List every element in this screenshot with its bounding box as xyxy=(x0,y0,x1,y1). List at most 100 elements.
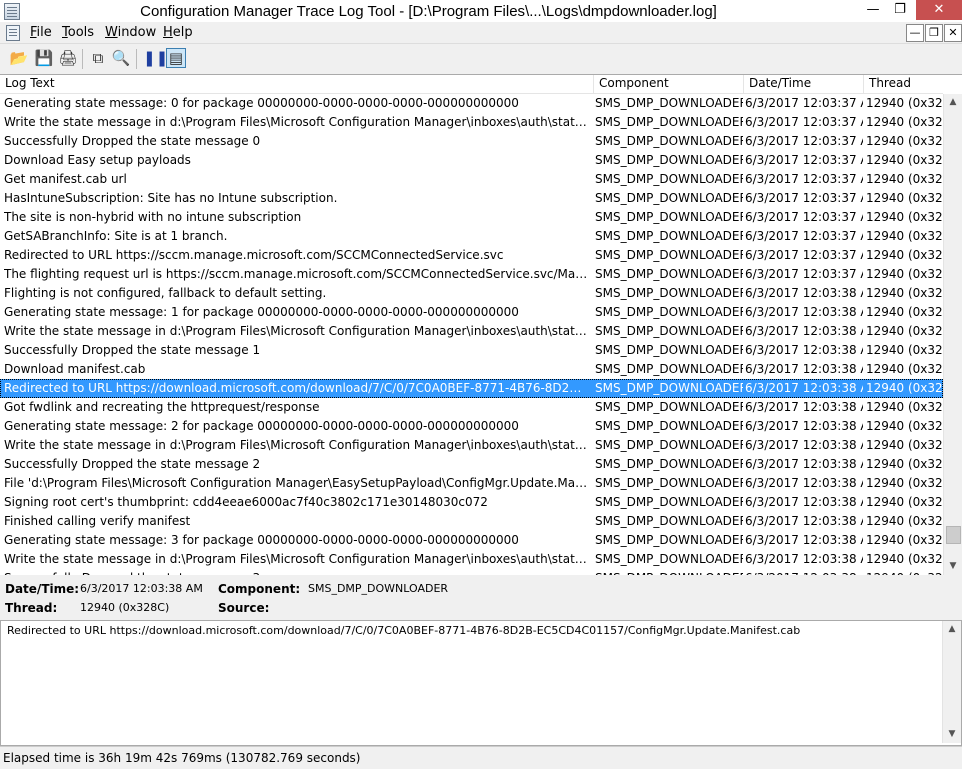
table-row[interactable]: Write the state message in d:\Program Fi… xyxy=(0,113,943,132)
component-cell: SMS_DMP_DOWNLOADER xyxy=(595,153,743,167)
datetime-cell: 6/3/2017 12:03:37 AM xyxy=(745,210,863,224)
menu-file[interactable]: File xyxy=(30,25,52,40)
component-cell: SMS_DMP_DOWNLOADER xyxy=(595,419,743,433)
scroll-down-arrow-icon[interactable]: ▼ xyxy=(943,726,961,743)
detail-pane-toggle-icon[interactable]: ▤ xyxy=(166,48,186,68)
close-icon: ✕ xyxy=(933,2,945,17)
table-row[interactable]: Generating state message: 0 for package … xyxy=(0,94,943,113)
log-grid[interactable]: Log Text Component Date/Time Thread Gene… xyxy=(0,74,962,575)
table-row[interactable]: The site is non-hybrid with no intune su… xyxy=(0,208,943,227)
open-folder-icon[interactable]: 📂 xyxy=(9,48,29,68)
find-binoculars-icon[interactable]: 🔍 xyxy=(111,48,131,68)
scroll-thumb[interactable] xyxy=(946,526,961,544)
table-row[interactable]: Successfully Dropped the state message 3… xyxy=(0,569,943,575)
table-row[interactable]: Successfully Dropped the state message 0… xyxy=(0,132,943,151)
table-row[interactable]: Redirected to URL https://download.micro… xyxy=(0,379,943,398)
component-cell: SMS_DMP_DOWNLOADER xyxy=(595,400,743,414)
thread-cell: 12940 (0x328C xyxy=(866,191,942,205)
table-row[interactable]: Got fwdlink and recreating the httpreque… xyxy=(0,398,943,417)
table-row[interactable]: Generating state message: 3 for package … xyxy=(0,531,943,550)
datetime-cell: 6/3/2017 12:03:38 AM xyxy=(745,362,863,376)
scroll-down-arrow-icon[interactable]: ▼ xyxy=(944,558,962,575)
column-header-component[interactable]: Component xyxy=(594,75,744,93)
restore-button[interactable]: ❐ xyxy=(885,0,915,20)
table-row[interactable]: Generating state message: 1 for package … xyxy=(0,303,943,322)
thread-cell: 12940 (0x328C xyxy=(866,343,942,357)
copy-icon[interactable]: ⧉ xyxy=(88,48,108,68)
log-text-cell: Generating state message: 3 for package … xyxy=(4,533,519,547)
table-row[interactable]: HasIntuneSubscription: Site has no Intun… xyxy=(0,189,943,208)
component-cell: SMS_DMP_DOWNLOADER xyxy=(595,96,743,110)
thread-cell: 12940 (0x328C xyxy=(866,457,942,471)
column-header-thread[interactable]: Thread xyxy=(864,75,943,93)
minimize-icon: — xyxy=(909,26,921,39)
datetime-cell: 6/3/2017 12:03:38 AM xyxy=(745,569,863,575)
table-row[interactable]: Write the state message in d:\Program Fi… xyxy=(0,322,943,341)
message-text-box[interactable]: Redirected to URL https://download.micro… xyxy=(0,620,962,746)
thread-cell: 12940 (0x328C xyxy=(866,96,942,110)
message-text: Redirected to URL https://download.micro… xyxy=(7,624,801,637)
menu-tools[interactable]: Tools xyxy=(62,25,94,40)
table-row[interactable]: Finished calling verify manifest SMS_DMP_… xyxy=(0,512,943,531)
table-row[interactable]: GetSABranchInfo: Site is at 1 branch. SMS… xyxy=(0,227,943,246)
table-row[interactable]: Successfully Dropped the state message 1… xyxy=(0,341,943,360)
log-text-cell: Flighting is not configured, fallback to… xyxy=(4,286,327,300)
thread-cell: 12940 (0x328C xyxy=(866,362,942,376)
pause-icon[interactable]: ❚❚ xyxy=(143,48,168,68)
log-text-cell: Finished calling verify manifest xyxy=(4,514,191,528)
datetime-cell: 6/3/2017 12:03:38 AM xyxy=(745,381,863,395)
thread-cell: 12940 (0x328C xyxy=(866,569,942,575)
title-bar: Configuration Manager Trace Log Tool - [… xyxy=(0,0,962,23)
minimize-icon: — xyxy=(866,2,880,17)
table-row[interactable]: Write the state message in d:\Program Fi… xyxy=(0,550,943,569)
datetime-value: 6/3/2017 12:03:38 AM xyxy=(80,582,203,595)
table-row[interactable]: Write the state message in d:\Program Fi… xyxy=(0,436,943,455)
table-row[interactable]: Successfully Dropped the state message 2… xyxy=(0,455,943,474)
component-cell: SMS_DMP_DOWNLOADER xyxy=(595,267,743,281)
toolbar-separator xyxy=(82,49,83,69)
column-header-datetime[interactable]: Date/Time xyxy=(744,75,864,93)
component-cell: SMS_DMP_DOWNLOADER xyxy=(595,134,743,148)
log-text-cell: Write the state message in d:\Program Fi… xyxy=(4,115,589,129)
table-row[interactable]: Download manifest.cab SMS_DMP_DOWNLOADER 6… xyxy=(0,360,943,379)
table-row[interactable]: The flighting request url is https://scc… xyxy=(0,265,943,284)
message-scrollbar[interactable]: ▲ ▼ xyxy=(942,621,961,743)
column-header-log-text[interactable]: Log Text xyxy=(0,75,594,93)
component-cell: SMS_DMP_DOWNLOADER xyxy=(595,115,743,129)
datetime-cell: 6/3/2017 12:03:38 AM xyxy=(745,533,863,547)
print-icon[interactable]: 🖨 xyxy=(58,48,78,68)
document-icon[interactable] xyxy=(6,25,20,41)
scroll-up-arrow-icon[interactable]: ▲ xyxy=(944,94,962,111)
component-cell: SMS_DMP_DOWNLOADER xyxy=(595,324,743,338)
table-row[interactable]: Generating state message: 2 for package … xyxy=(0,417,943,436)
menu-help[interactable]: Help xyxy=(163,25,193,40)
save-icon[interactable]: 💾 xyxy=(34,48,54,68)
table-row[interactable]: Redirected to URL https://sccm.manage.mi… xyxy=(0,246,943,265)
component-cell: SMS_DMP_DOWNLOADER xyxy=(595,476,743,490)
child-minimize-button[interactable]: — xyxy=(906,24,924,42)
log-text-cell: Successfully Dropped the state message 2 xyxy=(4,457,261,471)
menu-window[interactable]: Window xyxy=(105,25,156,40)
table-row[interactable]: File 'd:\Program Files\Microsoft Configu… xyxy=(0,474,943,493)
datetime-cell: 6/3/2017 12:03:37 AM xyxy=(745,191,863,205)
datetime-cell: 6/3/2017 12:03:38 AM xyxy=(745,286,863,300)
log-text-cell: Generating state message: 0 for package … xyxy=(4,96,519,110)
log-text-cell: Successfully Dropped the state message 1 xyxy=(4,343,261,357)
minimize-button[interactable]: — xyxy=(858,0,888,20)
status-bar: Elapsed time is 36h 19m 42s 769ms (13078… xyxy=(0,746,962,769)
datetime-cell: 6/3/2017 12:03:38 AM xyxy=(745,400,863,414)
child-close-button[interactable]: ✕ xyxy=(944,24,962,42)
thread-cell: 12940 (0x328C xyxy=(866,381,942,395)
component-cell: SMS_DMP_DOWNLOADER xyxy=(595,229,743,243)
table-row[interactable]: Signing root cert's thumbprint: cdd4eeae… xyxy=(0,493,943,512)
component-cell: SMS_DMP_DOWNLOADER xyxy=(595,495,743,509)
table-row[interactable]: Flighting is not configured, fallback to… xyxy=(0,284,943,303)
child-restore-button[interactable]: ❐ xyxy=(925,24,943,42)
scroll-up-arrow-icon[interactable]: ▲ xyxy=(943,621,961,638)
close-button[interactable]: ✕ xyxy=(916,0,962,20)
log-text-cell: Redirected to URL https://sccm.manage.mi… xyxy=(4,248,504,262)
table-row[interactable]: Get manifest.cab url SMS_DMP_DOWNLOADER 6/… xyxy=(0,170,943,189)
log-grid-scrollbar[interactable]: ▲ ▼ xyxy=(943,94,962,575)
table-row[interactable]: Download Easy setup payloads SMS_DMP_DOWN… xyxy=(0,151,943,170)
thread-value: 12940 (0x328C) xyxy=(80,601,170,614)
